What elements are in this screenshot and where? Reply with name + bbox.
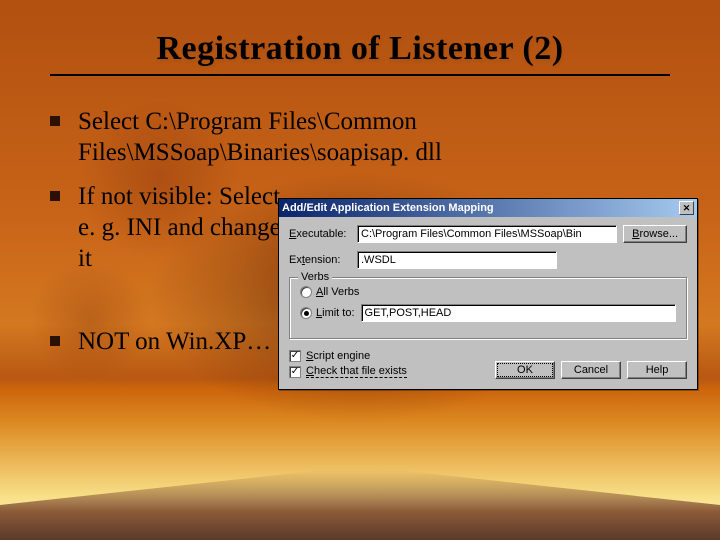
bullet-icon [50, 336, 60, 346]
bullet-text: Select C:\Program Files\Common Files\MSS… [78, 106, 638, 169]
script-engine-checkbox[interactable]: ✓ [289, 350, 301, 362]
dialog-titlebar[interactable]: Add/Edit Application Extension Mapping ✕ [279, 199, 697, 217]
bullet-icon [50, 116, 60, 126]
dialog-title-text: Add/Edit Application Extension Mapping [282, 202, 494, 214]
extension-mapping-dialog: Add/Edit Application Extension Mapping ✕… [278, 198, 698, 390]
slide-title: Registration of Listener (2) [50, 30, 670, 76]
bullet-text: If not visible: Select e. g. INI and cha… [78, 181, 298, 275]
all-verbs-radio[interactable] [300, 286, 312, 298]
cancel-button[interactable]: Cancel [561, 361, 621, 379]
bullet-icon [50, 191, 60, 201]
help-button[interactable]: Help [627, 361, 687, 379]
executable-label: Executable: [289, 228, 351, 240]
verbs-group-label: Verbs [298, 271, 332, 283]
check-file-exists-label: Check that file exists [306, 365, 407, 378]
limit-to-label: Limit to: [316, 307, 355, 319]
bullet-item: Select C:\Program Files\Common Files\MSS… [50, 106, 670, 169]
verbs-group: Verbs All Verbs Limit to: [289, 277, 687, 339]
all-verbs-label: All Verbs [316, 286, 359, 298]
ok-button[interactable]: OK [495, 361, 555, 379]
check-file-exists-checkbox[interactable]: ✓ [289, 366, 301, 378]
limit-to-radio[interactable] [300, 307, 312, 319]
executable-input[interactable] [357, 225, 617, 243]
script-engine-label: Script engine [306, 350, 370, 362]
extension-label: Extension: [289, 254, 351, 266]
extension-input[interactable] [357, 251, 557, 269]
close-icon[interactable]: ✕ [679, 201, 694, 215]
browse-button[interactable]: Browse... [623, 225, 687, 243]
limit-to-input[interactable] [361, 304, 676, 322]
bullet-text: NOT on Win.XP… [78, 326, 271, 357]
